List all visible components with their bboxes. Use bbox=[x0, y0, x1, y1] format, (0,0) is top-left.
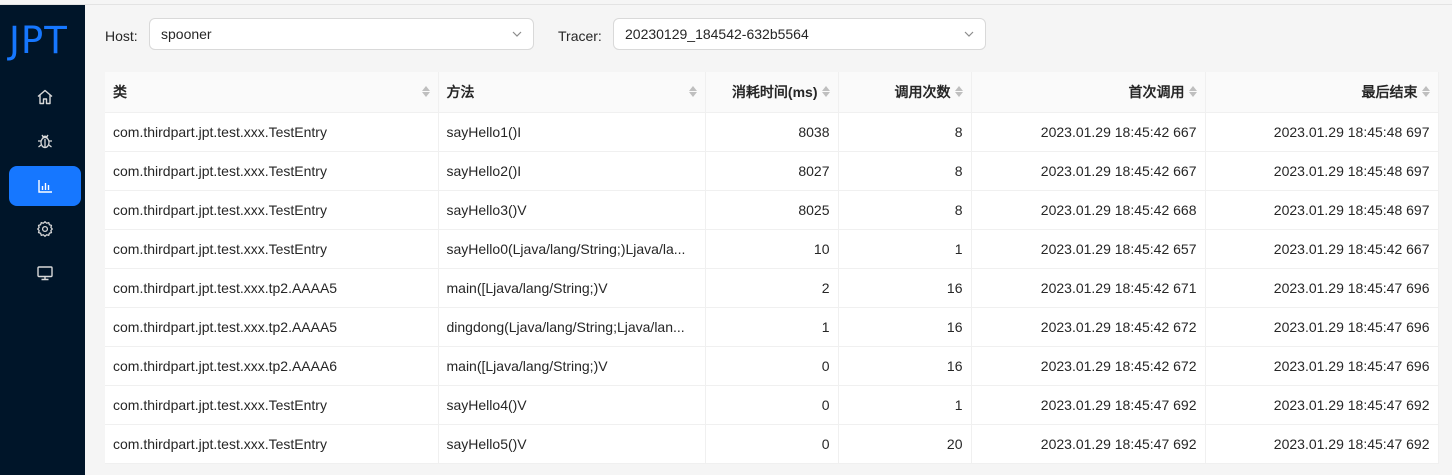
home-icon bbox=[37, 89, 53, 105]
column-header-last-end[interactable]: 最后结束 bbox=[1205, 72, 1439, 113]
table-row[interactable]: com.thirdpart.jpt.test.xxx.TestEntry sayH… bbox=[105, 112, 1439, 152]
main-content: Host: spooner Tracer: 20230129_184542-63… bbox=[85, 5, 1452, 475]
table-row[interactable]: com.thirdpart.jpt.test.xxx.TestEntry sayH… bbox=[105, 151, 1439, 191]
cell-last-end: 2023.01.29 18:45:47 696 bbox=[1205, 268, 1439, 308]
cell-call-count: 8 bbox=[838, 151, 972, 191]
host-select-value: spooner bbox=[161, 26, 212, 42]
cell-method: dingdong(Ljava/lang/String;Ljava/lan... bbox=[438, 307, 706, 347]
cell-first-call: 2023.01.29 18:45:42 667 bbox=[971, 151, 1206, 191]
cell-first-call: 2023.01.29 18:45:47 692 bbox=[971, 424, 1206, 464]
column-header-call-count[interactable]: 调用次数 bbox=[838, 72, 972, 113]
cell-call-count: 16 bbox=[838, 307, 972, 347]
cell-call-count: 1 bbox=[838, 385, 972, 425]
cell-elapsed: 1 bbox=[705, 307, 839, 347]
column-header-first-call[interactable]: 首次调用 bbox=[971, 72, 1206, 113]
sidebar: JPT bbox=[0, 5, 85, 475]
cell-method: main([Ljava/lang/String;)V bbox=[438, 268, 706, 308]
tracer-label: Tracer: bbox=[558, 28, 602, 44]
cell-first-call: 2023.01.29 18:45:42 672 bbox=[971, 346, 1206, 386]
cell-class: com.thirdpart.jpt.test.xxx.TestEntry bbox=[105, 112, 439, 152]
cell-first-call: 2023.01.29 18:45:42 667 bbox=[971, 112, 1206, 152]
cell-call-count: 1 bbox=[838, 229, 972, 269]
table-body: com.thirdpart.jpt.test.xxx.TestEntry sayH… bbox=[105, 112, 1439, 464]
bug-icon bbox=[38, 134, 52, 149]
cell-call-count: 8 bbox=[838, 112, 972, 152]
nav-item-statistics[interactable] bbox=[9, 166, 81, 206]
sort-icon[interactable] bbox=[954, 86, 963, 98]
table-row[interactable]: com.thirdpart.jpt.test.xxx.TestEntry sayH… bbox=[105, 424, 1439, 464]
sort-icon[interactable] bbox=[1188, 86, 1197, 98]
cell-elapsed: 8027 bbox=[705, 151, 839, 191]
cell-first-call: 2023.01.29 18:45:47 692 bbox=[971, 385, 1206, 425]
cell-call-count: 20 bbox=[838, 424, 972, 464]
cell-elapsed: 10 bbox=[705, 229, 839, 269]
cell-first-call: 2023.01.29 18:45:42 671 bbox=[971, 268, 1206, 308]
cell-last-end: 2023.01.29 18:45:48 697 bbox=[1205, 151, 1439, 191]
table-row[interactable]: com.thirdpart.jpt.test.xxx.tp2.AAAA6 main… bbox=[105, 346, 1439, 386]
cell-last-end: 2023.01.29 18:45:47 692 bbox=[1205, 424, 1439, 464]
host-label: Host: bbox=[105, 28, 138, 44]
cell-method: sayHello3()V bbox=[438, 190, 706, 230]
tracer-select[interactable]: 20230129_184542-632b5564 bbox=[613, 18, 986, 50]
cell-last-end: 2023.01.29 18:45:47 696 bbox=[1205, 346, 1439, 386]
table-row[interactable]: com.thirdpart.jpt.test.xxx.tp2.AAAA5 main… bbox=[105, 268, 1439, 308]
cell-first-call: 2023.01.29 18:45:42 657 bbox=[971, 229, 1206, 269]
host-select[interactable]: spooner bbox=[149, 18, 534, 50]
cell-method: sayHello0(Ljava/lang/String;)Ljava/la... bbox=[438, 229, 706, 269]
bar-chart-icon bbox=[38, 180, 52, 193]
nav-item-settings[interactable] bbox=[9, 209, 81, 249]
cell-elapsed: 0 bbox=[705, 385, 839, 425]
table-row[interactable]: com.thirdpart.jpt.test.xxx.TestEntry sayH… bbox=[105, 190, 1439, 230]
cell-class: com.thirdpart.jpt.test.xxx.TestEntry bbox=[105, 151, 439, 191]
cell-elapsed: 8025 bbox=[705, 190, 839, 230]
cell-last-end: 2023.01.29 18:45:48 697 bbox=[1205, 112, 1439, 152]
nav-item-home[interactable] bbox=[9, 77, 81, 117]
table-row[interactable]: com.thirdpart.jpt.test.xxx.TestEntry sayH… bbox=[105, 229, 1439, 269]
tracer-select-value: 20230129_184542-632b5564 bbox=[625, 26, 809, 42]
cell-class: com.thirdpart.jpt.test.xxx.tp2.AAAA6 bbox=[105, 346, 439, 386]
cell-last-end: 2023.01.29 18:45:47 696 bbox=[1205, 307, 1439, 347]
cell-first-call: 2023.01.29 18:45:42 672 bbox=[971, 307, 1206, 347]
table-row[interactable]: com.thirdpart.jpt.test.xxx.TestEntry sayH… bbox=[105, 385, 1439, 425]
cell-last-end: 2023.01.29 18:45:47 692 bbox=[1205, 385, 1439, 425]
nav-item-monitor[interactable] bbox=[9, 253, 81, 293]
gear-icon bbox=[36, 220, 54, 238]
cell-method: main([Ljava/lang/String;)V bbox=[438, 346, 706, 386]
chevron-down-icon bbox=[964, 31, 974, 37]
cell-class: com.thirdpart.jpt.test.xxx.TestEntry bbox=[105, 229, 439, 269]
monitor-icon bbox=[37, 266, 53, 281]
nav-item-debug[interactable] bbox=[9, 121, 81, 161]
table-row[interactable]: com.thirdpart.jpt.test.xxx.tp2.AAAA5 ding… bbox=[105, 307, 1439, 347]
cell-class: com.thirdpart.jpt.test.xxx.tp2.AAAA5 bbox=[105, 268, 439, 308]
cell-last-end: 2023.01.29 18:45:48 697 bbox=[1205, 190, 1439, 230]
cell-class: com.thirdpart.jpt.test.xxx.tp2.AAAA5 bbox=[105, 307, 439, 347]
cell-class: com.thirdpart.jpt.test.xxx.TestEntry bbox=[105, 424, 439, 464]
cell-method: sayHello1()I bbox=[438, 112, 706, 152]
cell-call-count: 16 bbox=[838, 268, 972, 308]
cell-method: sayHello4()V bbox=[438, 385, 706, 425]
column-header-method[interactable]: 方法 bbox=[438, 72, 706, 113]
cell-elapsed: 2 bbox=[705, 268, 839, 308]
cell-elapsed: 0 bbox=[705, 346, 839, 386]
cell-elapsed: 0 bbox=[705, 424, 839, 464]
cell-last-end: 2023.01.29 18:45:42 667 bbox=[1205, 229, 1439, 269]
cell-call-count: 8 bbox=[838, 190, 972, 230]
cell-method: sayHello5()V bbox=[438, 424, 706, 464]
cell-method: sayHello2()I bbox=[438, 151, 706, 191]
column-header-elapsed[interactable]: 消耗时间(ms) bbox=[705, 72, 839, 113]
cell-call-count: 16 bbox=[838, 346, 972, 386]
sort-icon[interactable] bbox=[821, 86, 830, 98]
sort-icon[interactable] bbox=[421, 86, 430, 98]
sort-icon[interactable] bbox=[688, 86, 697, 98]
app-logo: JPT bbox=[9, 19, 68, 62]
column-header-class[interactable]: 类 bbox=[105, 72, 439, 113]
table-header-row: 类 方法 消耗时间(ms) 调用次数 首次调用 最后结束 bbox=[105, 72, 1439, 113]
cell-class: com.thirdpart.jpt.test.xxx.TestEntry bbox=[105, 385, 439, 425]
chevron-down-icon bbox=[512, 31, 522, 37]
cell-first-call: 2023.01.29 18:45:42 668 bbox=[971, 190, 1206, 230]
cell-elapsed: 8038 bbox=[705, 112, 839, 152]
sort-icon[interactable] bbox=[1421, 86, 1430, 98]
cell-class: com.thirdpart.jpt.test.xxx.TestEntry bbox=[105, 190, 439, 230]
stats-table: 类 方法 消耗时间(ms) 调用次数 首次调用 最后结束 com.thirdpa… bbox=[105, 72, 1439, 464]
